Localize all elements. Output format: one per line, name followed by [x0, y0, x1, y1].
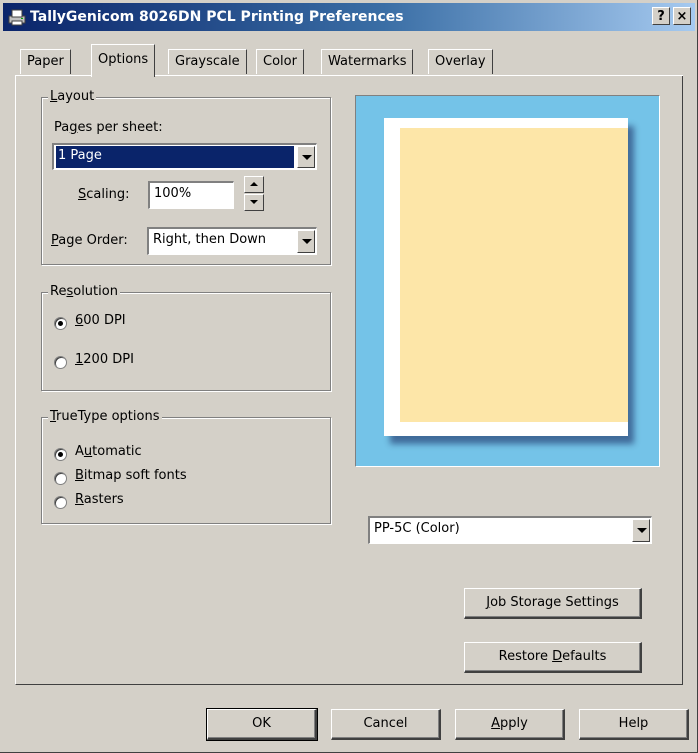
resolution-group: Resolution	[41, 284, 331, 391]
truetype-rasters-radio[interactable]	[54, 496, 67, 509]
resolution-1200-label[interactable]: 1200 DPI	[75, 352, 134, 367]
truetype-rasters-label[interactable]: Rasters	[75, 492, 124, 507]
truetype-group-legend: TrueType options	[48, 409, 162, 424]
truetype-automatic-label[interactable]: Automatic	[75, 444, 142, 459]
apply-button[interactable]: Apply	[455, 709, 565, 740]
close-title-button[interactable]: ×	[673, 7, 691, 25]
pages-per-sheet-select[interactable]: 1 Page	[52, 143, 317, 170]
pages-per-sheet-label: Pages per sheet:	[54, 120, 163, 135]
scaling-value: 100%	[154, 186, 192, 201]
ok-button[interactable]: OK	[206, 708, 318, 741]
restore-defaults-button[interactable]: Restore Defaults	[464, 642, 642, 673]
page-layout-preview	[355, 95, 660, 467]
scaling-input[interactable]: 100%	[148, 181, 234, 209]
tab-color[interactable]: Color	[256, 49, 304, 74]
cancel-button[interactable]: Cancel	[331, 709, 441, 740]
title-bar[interactable]: TallyGenicom 8026DN PCL Printing Prefere…	[3, 3, 695, 31]
scaling-up-arrow-icon[interactable]	[244, 176, 264, 193]
printing-preferences-dialog: TallyGenicom 8026DN PCL Printing Prefere…	[0, 0, 698, 753]
printer-model-select[interactable]: PP-5C (Color)	[368, 516, 652, 544]
chevron-down-icon[interactable]	[297, 146, 315, 168]
tab-watermarks[interactable]: Watermarks	[321, 49, 414, 74]
page-order-label: Page Order:	[51, 233, 128, 248]
printer-icon	[8, 9, 26, 26]
page-order-value: Right, then Down	[153, 232, 267, 247]
layout-group-legend: Layout	[48, 89, 97, 104]
tab-overlay[interactable]: Overlay	[428, 49, 493, 74]
scaling-label: Scaling:	[78, 187, 130, 202]
printer-model-value: PP-5C (Color)	[374, 521, 460, 536]
tab-options[interactable]: Options	[91, 44, 156, 77]
resolution-1200-radio[interactable]	[54, 356, 67, 369]
page-order-select[interactable]: Right, then Down	[147, 227, 317, 255]
chevron-down-icon[interactable]	[297, 230, 315, 253]
resolution-600-label[interactable]: 600 DPI	[75, 313, 126, 328]
scaling-down-arrow-icon[interactable]	[244, 194, 264, 211]
job-storage-settings-button[interactable]: Job Storage Settings	[464, 588, 642, 619]
truetype-automatic-radio[interactable]	[54, 448, 67, 461]
resolution-600-radio[interactable]	[54, 317, 67, 330]
preview-page-content	[400, 128, 628, 422]
resolution-group-legend: Resolution	[48, 284, 120, 299]
help-title-button[interactable]: ?	[652, 7, 670, 25]
truetype-bitmap-label[interactable]: Bitmap soft fonts	[75, 468, 187, 483]
tab-grayscale[interactable]: Grayscale	[168, 49, 247, 74]
truetype-bitmap-radio[interactable]	[54, 472, 67, 485]
help-button[interactable]: Help	[579, 709, 689, 740]
chevron-down-icon[interactable]	[632, 519, 650, 542]
tab-paper[interactable]: Paper	[20, 49, 71, 74]
pages-per-sheet-value: 1 Page	[56, 146, 294, 168]
window-title: TallyGenicom 8026DN PCL Printing Prefere…	[30, 9, 404, 25]
preview-paper	[384, 118, 628, 436]
